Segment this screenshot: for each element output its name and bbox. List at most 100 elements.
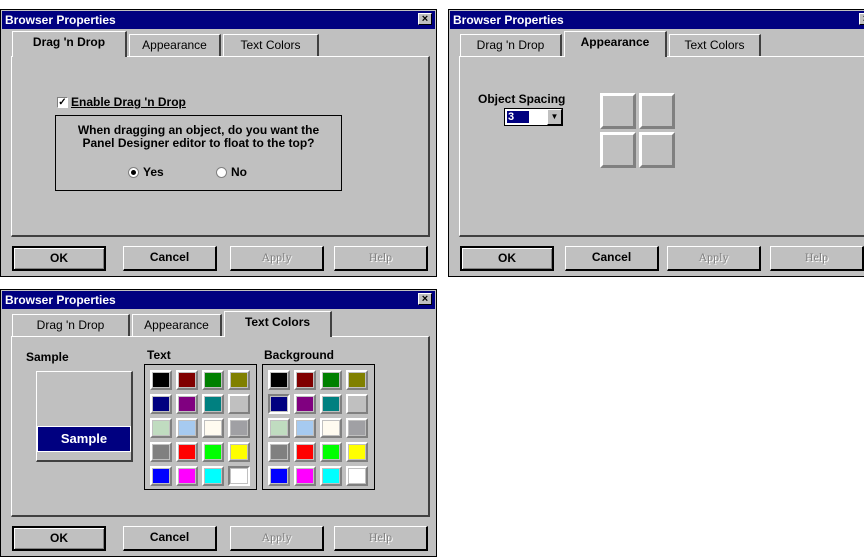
color-swatch[interactable] [294,466,316,486]
close-icon[interactable]: × [418,13,432,25]
tab-text-colors[interactable]: Text Colors [223,34,319,56]
enable-drag-label[interactable]: Enable Drag 'n Drop [71,95,186,109]
cancel-button[interactable]: Cancel [123,526,217,551]
yes-radio[interactable] [128,167,139,178]
tab-appearance[interactable]: Appearance [564,31,667,57]
tab-text-colors[interactable]: Text Colors [224,311,332,337]
color-swatch[interactable] [202,442,224,462]
color-swatch[interactable] [320,418,342,438]
color-swatch[interactable] [346,394,368,414]
color-swatch[interactable] [268,442,290,462]
color-swatch[interactable] [346,370,368,390]
color-swatch-fill [271,421,287,435]
color-swatch[interactable] [268,466,290,486]
chevron-down-icon[interactable]: ▼ [547,109,562,125]
color-swatch[interactable] [176,442,198,462]
color-swatch[interactable] [150,394,172,414]
ok-button[interactable]: OK [12,526,106,551]
color-swatch-fill [231,397,247,411]
color-swatch[interactable] [294,442,316,462]
color-swatch[interactable] [320,394,342,414]
no-radio[interactable] [216,167,227,178]
tab-text-colors[interactable]: Text Colors [669,34,761,56]
tab-drag-n-drop[interactable]: Drag 'n Drop [460,34,562,56]
enable-drag-checkbox[interactable]: ✓ [57,97,68,108]
color-swatch[interactable] [346,466,368,486]
dialog-text-colors: Browser Properties × Drag 'n Drop Appear… [0,289,437,557]
color-swatch-fill [153,421,169,435]
help-button[interactable]: Help [334,526,428,551]
no-label[interactable]: No [231,165,247,179]
tab-drag-n-drop[interactable]: Drag 'n Drop [12,314,130,336]
color-swatch[interactable] [294,370,316,390]
yes-label[interactable]: Yes [143,165,164,179]
check-icon: ✓ [58,97,67,108]
dialog-title: Browser Properties [453,13,564,27]
color-swatch[interactable] [320,442,342,462]
color-swatch[interactable] [202,394,224,414]
dialog-drag-n-drop: Browser Properties × Drag 'n Drop Appear… [0,9,437,277]
color-swatch-fill [271,469,287,483]
color-swatch[interactable] [320,370,342,390]
text-color-palette [144,364,257,490]
color-swatch[interactable] [150,370,172,390]
color-swatch[interactable] [150,466,172,486]
color-swatch[interactable] [176,418,198,438]
color-swatch[interactable] [320,466,342,486]
color-swatch[interactable] [228,442,250,462]
color-swatch[interactable] [150,442,172,462]
cancel-button[interactable]: Cancel [123,246,217,271]
color-swatch-fill [153,397,169,411]
sample-preview: Sample [36,371,133,462]
dialog-title: Browser Properties [5,13,116,27]
color-swatch[interactable] [346,442,368,462]
cancel-button[interactable]: Cancel [565,246,659,271]
color-swatch[interactable] [228,394,250,414]
color-swatch[interactable] [176,370,198,390]
object-spacing-label: Object Spacing [478,92,566,106]
color-swatch-fill [179,445,195,459]
title-bar: Browser Properties × [450,11,864,29]
color-swatch[interactable] [268,370,290,390]
tab-panel: ✓ Enable Drag 'n Drop When dragging an o… [11,56,430,237]
apply-button[interactable]: Apply [667,246,761,271]
color-swatch[interactable] [294,394,316,414]
color-swatch[interactable] [150,418,172,438]
help-button[interactable]: Help [334,246,428,271]
color-swatch-fill [205,445,221,459]
color-swatch[interactable] [176,394,198,414]
color-swatch[interactable] [228,466,250,486]
preview-square [639,93,675,129]
close-icon[interactable]: × [418,293,432,305]
color-swatch-fill [349,421,365,435]
color-swatch[interactable] [228,418,250,438]
tab-drag-n-drop[interactable]: Drag 'n Drop [12,31,127,57]
color-swatch[interactable] [268,394,290,414]
color-swatch[interactable] [346,418,368,438]
dialog-title: Browser Properties [5,293,116,307]
apply-button[interactable]: Apply [230,246,324,271]
ok-button[interactable]: OK [460,246,554,271]
color-swatch[interactable] [202,418,224,438]
color-swatch[interactable] [202,370,224,390]
dialog-appearance: Browser Properties × Drag 'n Drop Appear… [448,9,864,277]
color-swatch-fill [349,445,365,459]
color-swatch-fill [179,421,195,435]
tab-appearance[interactable]: Appearance [132,314,222,336]
object-spacing-select[interactable]: 3 ▼ [504,108,563,126]
color-swatch[interactable] [202,466,224,486]
ok-button[interactable]: OK [12,246,106,271]
color-swatch[interactable] [176,466,198,486]
color-swatch[interactable] [228,370,250,390]
color-swatch-fill [231,373,247,387]
color-swatch-fill [179,397,195,411]
color-swatch[interactable] [294,418,316,438]
close-icon[interactable]: × [859,13,864,25]
color-swatch[interactable] [268,418,290,438]
color-swatch-fill [179,469,195,483]
help-button[interactable]: Help [770,246,864,271]
sample-preview-text: Sample [37,426,131,452]
apply-button[interactable]: Apply [230,526,324,551]
color-swatch-fill [153,445,169,459]
tab-appearance[interactable]: Appearance [129,34,221,56]
